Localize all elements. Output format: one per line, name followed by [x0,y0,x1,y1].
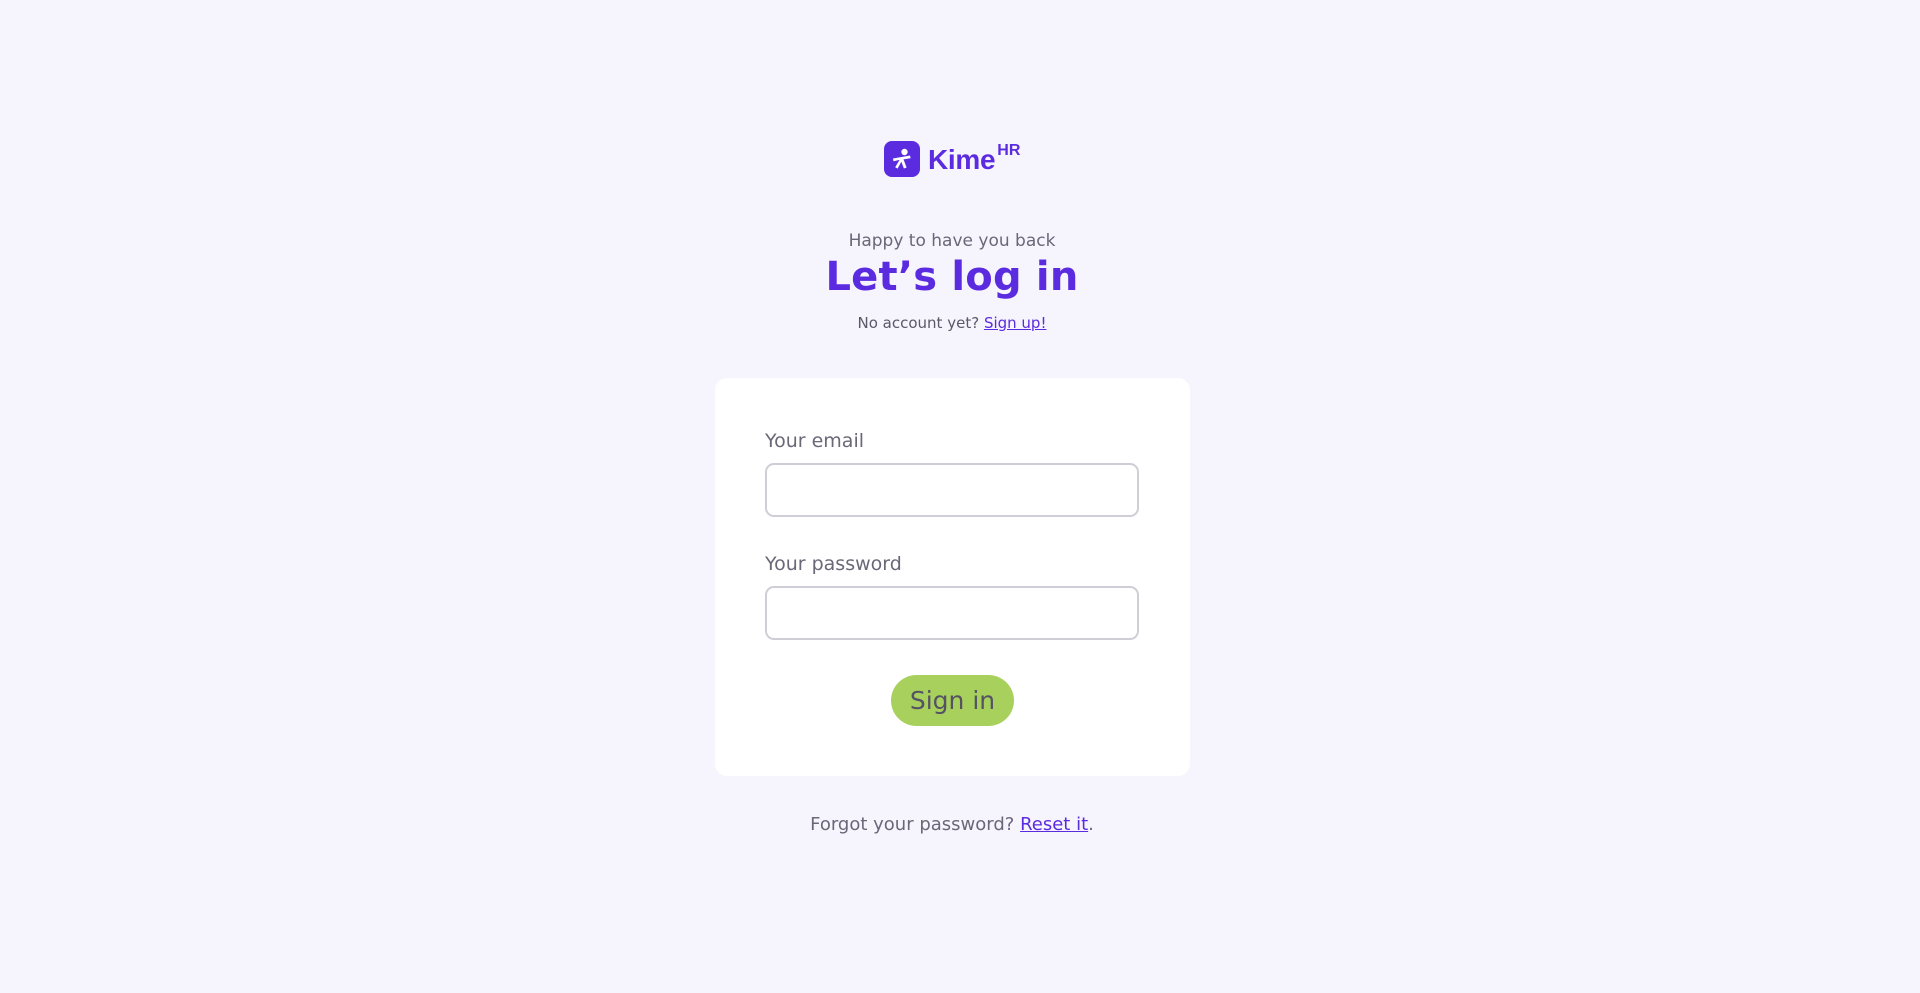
login-card: Your email Your password Sign in [715,378,1190,776]
password-label: Your password [765,553,902,575]
forgot-trailing-period: . [1088,814,1094,835]
sign-in-button[interactable]: Sign in [891,675,1014,726]
signup-link[interactable]: Sign up! [984,314,1047,332]
forgot-password-text: Forgot your password? [810,814,1015,835]
email-label: Your email [765,430,864,452]
brand-logo[interactable]: Kime HR [884,140,1020,178]
kime-logo-icon [884,141,920,177]
no-account-text: No account yet? [857,314,980,332]
signup-prompt: No account yet? Sign up! [0,314,1904,332]
forgot-password-line: Forgot your password? Reset it. [0,814,1904,835]
page-title: Let’s log in [825,254,1079,300]
brand-name: Kime [928,144,996,175]
brand-superscript: HR [997,142,1021,159]
email-field[interactable] [765,463,1139,517]
page-subtitle: Happy to have you back [848,231,1056,251]
password-field[interactable] [765,586,1139,640]
login-page: Kime HR Happy to have you back Let’s log… [0,0,1920,993]
reset-password-link[interactable]: Reset it [1020,814,1088,835]
